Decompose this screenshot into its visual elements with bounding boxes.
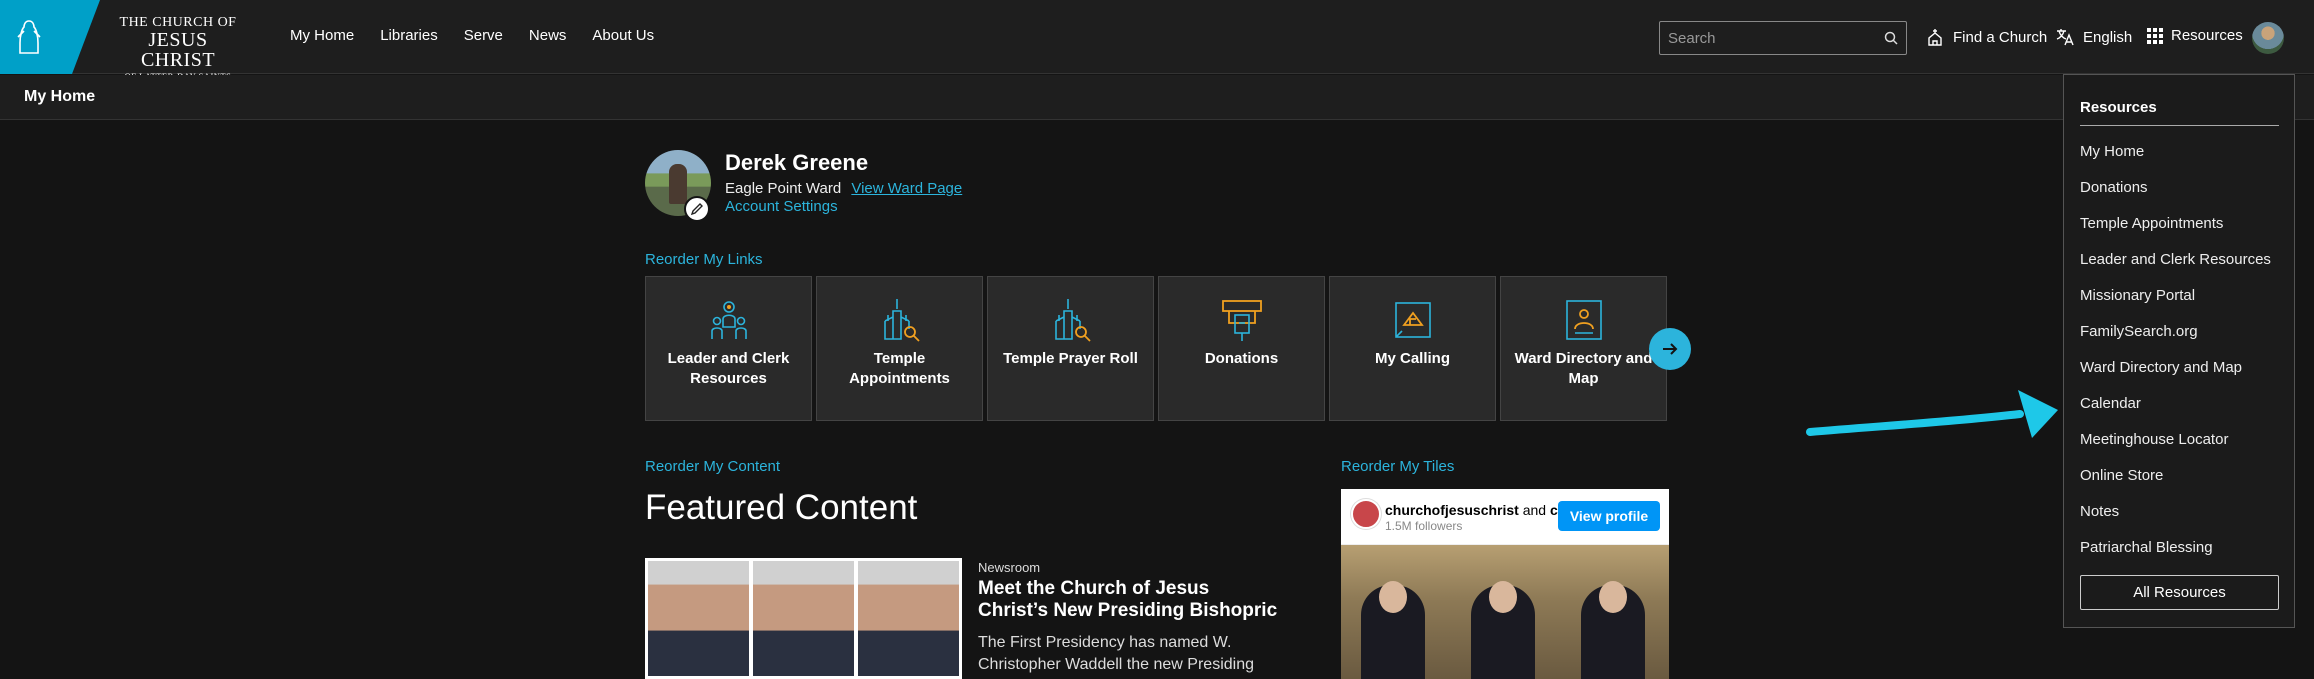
- resources-item-familysearch[interactable]: FamilySearch.org: [2080, 323, 2198, 340]
- nav-news[interactable]: News: [529, 27, 567, 44]
- grid-icon: [2147, 27, 2163, 44]
- portrait: [648, 561, 749, 676]
- article-image[interactable]: [645, 558, 962, 679]
- nav-about-us[interactable]: About Us: [592, 27, 654, 44]
- wordmark-line2: JESUS CHRIST: [140, 29, 216, 71]
- article-description: The First Presidency has named W. Christ…: [978, 634, 1254, 673]
- wordmark-line1: THE CHURCH OF: [119, 15, 237, 30]
- resources-item-my-home[interactable]: My Home: [2080, 143, 2144, 160]
- instagram-extra: c: [1549, 502, 1558, 518]
- instagram-account-name: churchofjesuschrist: [1385, 502, 1519, 518]
- temple-search-icon: [1054, 299, 1091, 342]
- link-card-ward-directory[interactable]: Ward Directory and Map: [1500, 276, 1667, 421]
- link-card-label: Ward Directory and Map: [1514, 350, 1653, 387]
- instagram-header: churchofjesuschrist and c 1.5M followers…: [1341, 489, 1669, 545]
- instagram-and: and: [1522, 502, 1547, 518]
- language-label: English: [2083, 28, 2133, 46]
- page-title: My Home: [24, 88, 96, 105]
- instagram-tile: churchofjesuschrist and c 1.5M followers…: [1341, 489, 1669, 679]
- link-card-donations[interactable]: Donations: [1158, 276, 1325, 421]
- link-card-my-calling[interactable]: My Calling: [1329, 276, 1496, 421]
- top-navigation-bar: THE CHURCH OF JESUS CHRIST OF LATTER-DAY…: [0, 0, 2314, 80]
- resources-item-donations[interactable]: Donations: [2080, 179, 2148, 196]
- christus-icon: [17, 20, 41, 54]
- language-selector[interactable]: English: [2055, 27, 2132, 47]
- translate-icon: [2056, 29, 2074, 46]
- user-avatar[interactable]: [2252, 22, 2284, 54]
- reorder-links-link[interactable]: Reorder My Links: [645, 251, 763, 268]
- resources-item-patriarchal-blessing[interactable]: Patriarchal Blessing: [2080, 539, 2213, 556]
- main-nav: My Home Libraries Serve News About Us: [290, 27, 654, 44]
- resources-menu-button[interactable]: Resources: [2147, 27, 2243, 44]
- link-card-label: Temple Appointments: [849, 350, 950, 387]
- pencil-icon: [690, 203, 703, 216]
- article-title[interactable]: Meet the Church of Jesus Christ’s New Pr…: [978, 578, 1278, 622]
- featured-content-heading: Featured Content: [645, 488, 918, 527]
- instagram-avatar[interactable]: [1351, 499, 1381, 529]
- search-box: [1659, 21, 1907, 55]
- church-logo[interactable]: [0, 0, 100, 74]
- annotation-arrow-icon: [1806, 390, 2058, 438]
- donation-icon: [1221, 300, 1262, 341]
- reorder-content-link[interactable]: Reorder My Content: [645, 458, 780, 475]
- page-subbar: My Home: [0, 75, 2314, 120]
- resources-item-calendar[interactable]: Calendar: [2080, 395, 2141, 412]
- link-card-leader-clerk[interactable]: Leader and Clerk Resources: [645, 276, 812, 421]
- find-church-label: Find a Church: [1953, 28, 2048, 46]
- article-category: Newsroom: [978, 560, 1041, 575]
- resources-item-meetinghouse-locator[interactable]: Meetinghouse Locator: [2080, 431, 2228, 448]
- view-profile-button[interactable]: View profile: [1558, 501, 1660, 531]
- church-wordmark[interactable]: THE CHURCH OF JESUS CHRIST OF LATTER-DAY…: [118, 16, 238, 81]
- nav-my-home[interactable]: My Home: [290, 27, 354, 44]
- reorder-tiles-link[interactable]: Reorder My Tiles: [1341, 458, 1454, 475]
- arrow-right-icon: [1663, 343, 1678, 355]
- resources-item-leader-clerk[interactable]: Leader and Clerk Resources: [2080, 251, 2271, 268]
- all-resources-button[interactable]: All Resources: [2080, 575, 2279, 610]
- resources-item-missionary-portal[interactable]: Missionary Portal: [2080, 287, 2195, 304]
- portrait: [753, 561, 854, 676]
- link-card-label: Leader and Clerk Resources: [667, 350, 790, 387]
- link-card-temple-prayer-roll[interactable]: Temple Prayer Roll: [987, 276, 1154, 421]
- profile-photo-person: [669, 164, 687, 204]
- account-settings-link[interactable]: Account Settings: [725, 198, 838, 215]
- church-building-icon: [1928, 29, 1942, 46]
- instagram-account[interactable]: churchofjesuschrist and c: [1385, 502, 1558, 518]
- find-church-link[interactable]: Find a Church: [1925, 27, 2047, 47]
- resources-item-temple-appointments[interactable]: Temple Appointments: [2080, 215, 2223, 232]
- resources-item-ward-directory[interactable]: Ward Directory and Map: [2080, 359, 2242, 376]
- link-card-label: Donations: [1204, 350, 1279, 367]
- leader-icon: [710, 301, 747, 339]
- link-card-temple-appointments[interactable]: Temple Appointments: [816, 276, 983, 421]
- instagram-photo[interactable]: [1341, 545, 1669, 679]
- divider: [2080, 125, 2279, 126]
- resources-label: Resources: [2171, 27, 2243, 44]
- my-links-carousel: Leader and Clerk Resources Temple Appoin…: [645, 276, 1667, 421]
- edit-avatar-button[interactable]: [684, 196, 710, 222]
- temple-search-icon: [883, 299, 920, 342]
- view-ward-page-link[interactable]: View Ward Page: [851, 180, 962, 197]
- nav-libraries[interactable]: Libraries: [380, 27, 438, 44]
- nav-serve[interactable]: Serve: [464, 27, 503, 44]
- search-icon[interactable]: [1884, 31, 1898, 45]
- resources-dropdown: Resources My Home Donations Temple Appoi…: [2063, 74, 2295, 628]
- search-input[interactable]: [1668, 29, 1884, 47]
- resources-item-notes[interactable]: Notes: [2080, 503, 2119, 520]
- ward-name: Eagle Point Ward: [725, 180, 842, 197]
- link-card-label: My Calling: [1374, 350, 1450, 367]
- instagram-followers: 1.5M followers: [1385, 519, 1463, 533]
- resources-item-online-store[interactable]: Online Store: [2080, 467, 2163, 484]
- carousel-next-button[interactable]: [1649, 328, 1691, 370]
- resources-dropdown-heading: Resources: [2080, 99, 2157, 116]
- portrait: [858, 561, 959, 676]
- profile-name: Derek Greene: [725, 150, 869, 175]
- directory-icon: [1565, 300, 1602, 340]
- calling-icon: [1394, 302, 1431, 338]
- profile-ward: Eagle Point Ward View Ward Page: [725, 180, 962, 197]
- link-card-label: Temple Prayer Roll: [1003, 350, 1138, 367]
